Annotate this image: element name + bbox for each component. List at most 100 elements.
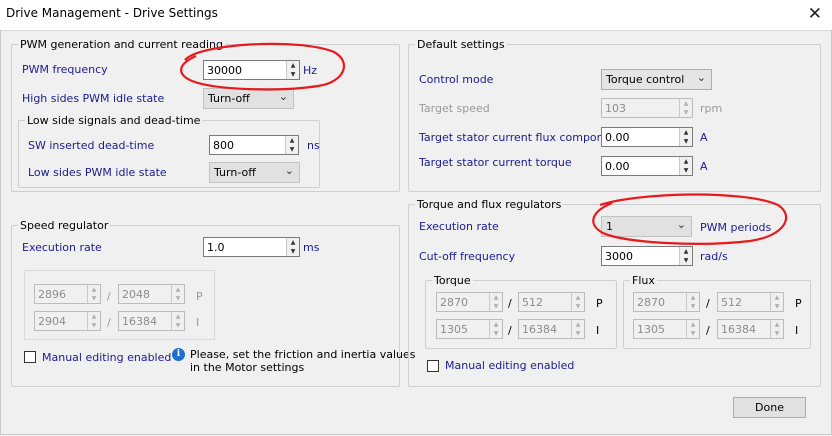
control-mode-select[interactable]: Torque control ⌄ — [601, 69, 712, 90]
flux-component-label: Target stator current flux component — [419, 131, 622, 144]
spin-up-icon: ▲ — [175, 313, 181, 320]
spinner-arrows: ▲ ▼ — [87, 312, 100, 330]
speed-rate-unit: ms — [303, 241, 320, 254]
flux-component-value[interactable]: 0.00 — [605, 131, 630, 144]
window-title: Drive Management - Drive Settings — [6, 6, 218, 20]
speed-p-denominator: 2048 ▲ ▼ — [118, 284, 185, 304]
fraction-slash: / — [508, 297, 512, 310]
tf-manual-editing-checkbox[interactable] — [427, 360, 439, 372]
tf-rate-label: Execution rate — [419, 220, 499, 233]
spin-down-icon[interactable]: ▼ — [680, 166, 692, 175]
tf-rate-value: 1 — [606, 220, 613, 233]
default-settings-legend: Default settings — [417, 38, 505, 51]
fraction-slash: / — [107, 290, 111, 303]
current-torque-spinner[interactable]: 0.00 ▲ ▼ — [601, 156, 693, 176]
chevron-down-icon: ⌄ — [696, 71, 706, 84]
spin-down-icon[interactable]: ▼ — [286, 145, 298, 154]
torque-i-denominator-value: 16384 — [522, 323, 557, 336]
spin-up-icon[interactable]: ▲ — [287, 238, 299, 247]
spin-up-icon[interactable]: ▲ — [286, 136, 298, 145]
fraction-slash: / — [706, 297, 710, 310]
spin-down-icon[interactable]: ▼ — [680, 256, 692, 265]
high-sides-idle-value: Turn-off — [208, 92, 250, 105]
spinner-arrows: ▲ ▼ — [87, 285, 100, 303]
spinner-arrows: ▲ ▼ — [770, 293, 783, 311]
flux-p-denominator: 512 ▲ ▼ — [717, 292, 784, 312]
spin-up-icon: ▲ — [175, 286, 181, 293]
low-sides-idle-value: Turn-off — [214, 166, 256, 179]
pwm-group-legend: PWM generation and current reading — [20, 38, 223, 51]
flux-i-numerator-value: 1305 — [637, 323, 665, 336]
current-torque-value[interactable]: 0.00 — [605, 160, 630, 173]
spin-up-icon: ▲ — [575, 294, 581, 301]
spinner-arrows: ▲ ▼ — [171, 312, 184, 330]
close-icon[interactable]: ✕ — [808, 4, 822, 24]
spin-up-icon: ▲ — [493, 294, 499, 301]
spin-down-icon: ▼ — [91, 295, 97, 302]
torque-p-denominator-value: 512 — [522, 296, 543, 309]
spin-down-icon: ▼ — [774, 330, 780, 337]
speed-manual-editing-label[interactable]: Manual editing enabled — [42, 351, 171, 364]
spin-up-icon: ▲ — [91, 286, 97, 293]
flux-i-numerator: 1305 ▲ ▼ — [633, 319, 700, 339]
spinner-arrows: ▲ ▼ — [770, 320, 783, 338]
torque-p-numerator-value: 2870 — [440, 296, 468, 309]
target-speed-label: Target speed — [419, 102, 490, 115]
dead-time-spinner[interactable]: 800 ▲ ▼ — [209, 135, 299, 155]
spin-down-icon[interactable]: ▼ — [287, 247, 299, 256]
spinner-arrows[interactable]: ▲ ▼ — [679, 157, 692, 175]
fraction-slash: / — [706, 324, 710, 337]
spin-up-icon[interactable]: ▲ — [680, 247, 692, 256]
low-sides-idle-select[interactable]: Turn-off ⌄ — [209, 162, 300, 183]
flux-p-numerator-value: 2870 — [637, 296, 665, 309]
spin-up-icon[interactable]: ▲ — [680, 128, 692, 137]
pwm-frequency-value[interactable]: 30000 — [207, 64, 242, 77]
low-side-group-legend: Low side signals and dead-time — [27, 114, 201, 127]
speed-p-numerator: 2896 ▲ ▼ — [34, 284, 101, 304]
spin-down-icon: ▼ — [493, 303, 499, 310]
speed-rate-value[interactable]: 1.0 — [207, 241, 225, 254]
speed-i-numerator: 2904 ▲ ▼ — [34, 311, 101, 331]
title-bar: Drive Management - Drive Settings ✕ — [0, 0, 832, 31]
flux-p-numerator: 2870 ▲ ▼ — [633, 292, 700, 312]
spinner-arrows[interactable]: ▲ ▼ — [679, 247, 692, 265]
speed-rate-spinner[interactable]: 1.0 ▲ ▼ — [203, 237, 300, 257]
cutoff-frequency-spinner[interactable]: 3000 ▲ ▼ — [601, 246, 693, 266]
pwm-frequency-label: PWM frequency — [22, 63, 108, 76]
torque-p-numerator: 2870 ▲ ▼ — [436, 292, 503, 312]
spinner-arrows[interactable]: ▲ ▼ — [679, 128, 692, 146]
dead-time-value[interactable]: 800 — [213, 139, 234, 152]
spin-up-icon[interactable]: ▲ — [680, 157, 692, 166]
dead-time-unit: ns — [307, 139, 320, 152]
flux-p-label: P — [795, 297, 802, 310]
spinner-arrows[interactable]: ▲ ▼ — [285, 136, 298, 154]
pwm-frequency-spinner[interactable]: 30000 ▲ ▼ — [203, 60, 300, 80]
spin-down-icon: ▼ — [175, 295, 181, 302]
high-sides-idle-select[interactable]: Turn-off ⌄ — [203, 88, 294, 109]
torque-i-denominator: 16384 ▲ ▼ — [518, 319, 585, 339]
flux-i-label: I — [795, 324, 799, 337]
flux-i-denominator-value: 16384 — [721, 323, 756, 336]
flux-p-denominator-value: 512 — [721, 296, 742, 309]
fraction-slash: / — [508, 324, 512, 337]
torque-i-numerator-value: 1305 — [440, 323, 468, 336]
cutoff-frequency-value[interactable]: 3000 — [605, 250, 633, 263]
spinner-arrows[interactable]: ▲ ▼ — [286, 238, 299, 256]
spinner-arrows: ▲ ▼ — [686, 320, 699, 338]
spin-down-icon[interactable]: ▼ — [287, 70, 299, 79]
speed-manual-editing-checkbox[interactable] — [24, 351, 36, 363]
control-mode-label: Control mode — [419, 73, 494, 86]
spin-up-icon: ▲ — [493, 321, 499, 328]
spin-down-icon[interactable]: ▼ — [680, 137, 692, 146]
spin-up-icon[interactable]: ▲ — [287, 61, 299, 70]
target-speed-spinner[interactable]: 103 ▲ ▼ — [601, 98, 693, 118]
flux-component-spinner[interactable]: 0.00 ▲ ▼ — [601, 127, 693, 147]
info-text-line-2: in the Motor settings — [190, 361, 305, 374]
spin-down-icon: ▼ — [774, 303, 780, 310]
done-button[interactable]: Done — [733, 397, 806, 418]
torque-p-label: P — [596, 297, 603, 310]
spin-down-icon: ▼ — [91, 322, 97, 329]
tf-rate-select[interactable]: 1 ⌄ — [601, 216, 692, 237]
spinner-arrows[interactable]: ▲ ▼ — [286, 61, 299, 79]
tf-manual-editing-label[interactable]: Manual editing enabled — [445, 359, 574, 372]
